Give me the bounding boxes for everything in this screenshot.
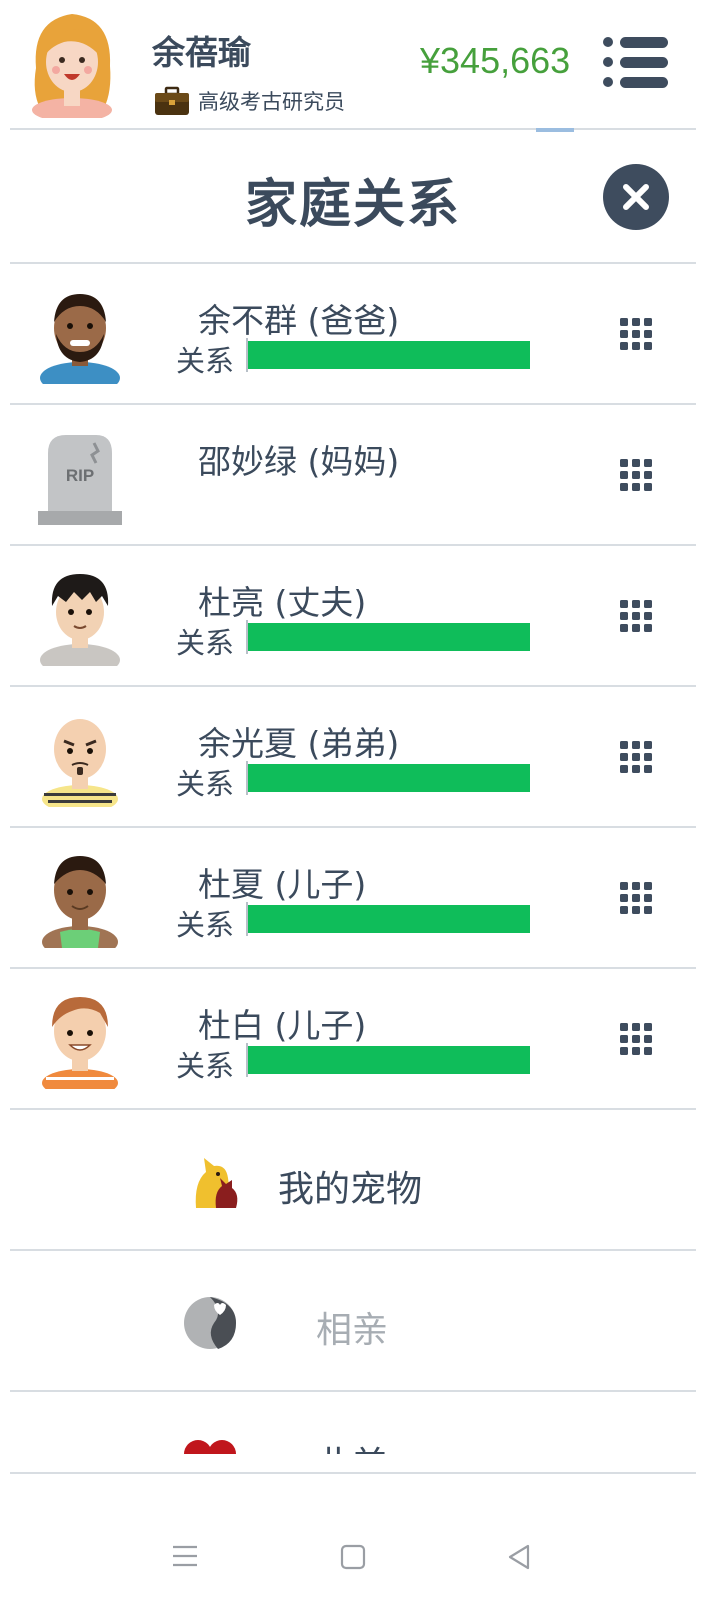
home-icon[interactable]	[340, 1544, 366, 1574]
relationship-bar-fill	[248, 623, 530, 651]
close-icon	[623, 184, 649, 210]
member-name: 杜白 (儿子)	[198, 1006, 367, 1045]
son-avatar-icon	[36, 848, 124, 958]
grid-menu-icon[interactable]	[620, 882, 652, 914]
family-member-row[interactable]: RIP 邵妙绿 (妈妈)	[10, 405, 696, 546]
relationship-label: 关系	[176, 1049, 235, 1083]
husband-avatar-icon	[36, 566, 124, 676]
relationship-label: 关系	[176, 626, 235, 660]
relationship-label: 关系	[176, 767, 235, 801]
tab-indicator	[536, 128, 574, 132]
partial-option-label: 此美	[316, 1436, 388, 1454]
female-avatar-icon[interactable]	[24, 8, 120, 122]
hearts-icon	[180, 1434, 240, 1454]
recent-apps-icon[interactable]	[172, 1544, 198, 1572]
pets-icon	[188, 1152, 248, 1212]
page-title: 家庭关系	[244, 175, 461, 235]
brother-avatar-icon	[36, 707, 124, 813]
family-member-row[interactable]: 余不群 (爸爸) 关系	[10, 264, 696, 405]
grid-menu-icon[interactable]	[620, 1023, 652, 1055]
system-nav-bar	[0, 1500, 720, 1600]
family-list: 余不群 (爸爸) 关系 RIP 邵妙绿 (妈妈) 杜亮 (丈夫) 关系 余光夏 …	[10, 264, 696, 1110]
rip-tombstone-icon: RIP	[36, 425, 124, 525]
player-name: 余蓓瑜	[152, 33, 251, 72]
dating-label: 相亲	[316, 1310, 389, 1351]
briefcase-icon	[155, 86, 189, 115]
member-name: 邵妙绿 (妈妈)	[198, 442, 400, 481]
member-name: 余不群 (爸爸)	[198, 301, 400, 340]
my-pets-label: 我的宠物	[278, 1169, 423, 1210]
son-avatar-icon	[36, 989, 124, 1097]
grid-menu-icon[interactable]	[620, 600, 652, 632]
money-balance: ¥345,663	[420, 40, 571, 81]
relationship-label: 关系	[176, 908, 235, 942]
relationship-bar	[246, 761, 530, 795]
dating-icon	[180, 1293, 240, 1353]
family-member-row[interactable]: 杜夏 (儿子) 关系	[10, 828, 696, 969]
grid-menu-icon[interactable]	[620, 741, 652, 773]
list-bottom-divider	[10, 1472, 696, 1474]
relationship-bar-fill	[248, 1046, 530, 1074]
member-name: 余光夏 (弟弟)	[198, 724, 400, 763]
family-member-row[interactable]: 杜亮 (丈夫) 关系	[10, 546, 696, 687]
relationship-label: 关系	[176, 344, 235, 378]
relationship-bar	[246, 620, 530, 654]
relationship-bar-fill	[248, 905, 530, 933]
relationship-bar	[246, 338, 530, 372]
menu-list-icon[interactable]	[600, 34, 672, 94]
family-member-row[interactable]: 杜白 (儿子) 关系	[10, 969, 696, 1110]
member-name: 杜亮 (丈夫)	[198, 583, 367, 622]
member-name: 杜夏 (儿子)	[198, 865, 367, 904]
relationship-bar	[246, 902, 530, 936]
dating-button[interactable]: 相亲	[10, 1251, 696, 1392]
my-pets-button[interactable]: 我的宠物	[10, 1110, 696, 1251]
close-button[interactable]	[603, 164, 669, 230]
grid-menu-icon[interactable]	[620, 318, 652, 350]
header-divider	[10, 128, 696, 130]
job-title: 高级考古研究员	[198, 90, 345, 114]
back-icon[interactable]	[506, 1544, 532, 1574]
svg-text:RIP: RIP	[66, 466, 94, 485]
family-member-row[interactable]: 余光夏 (弟弟) 关系	[10, 687, 696, 828]
grid-menu-icon[interactable]	[620, 459, 652, 491]
partial-option-row[interactable]: 此美	[0, 1392, 720, 1454]
job-info: 高级考古研究员	[154, 86, 345, 116]
relationship-bar-fill	[248, 764, 530, 792]
father-avatar-icon	[36, 284, 124, 394]
relationship-bar-fill	[248, 341, 530, 369]
status-header: 余蓓瑜 高级考古研究员 ¥345,663	[0, 0, 720, 130]
relationship-bar	[246, 1043, 530, 1077]
